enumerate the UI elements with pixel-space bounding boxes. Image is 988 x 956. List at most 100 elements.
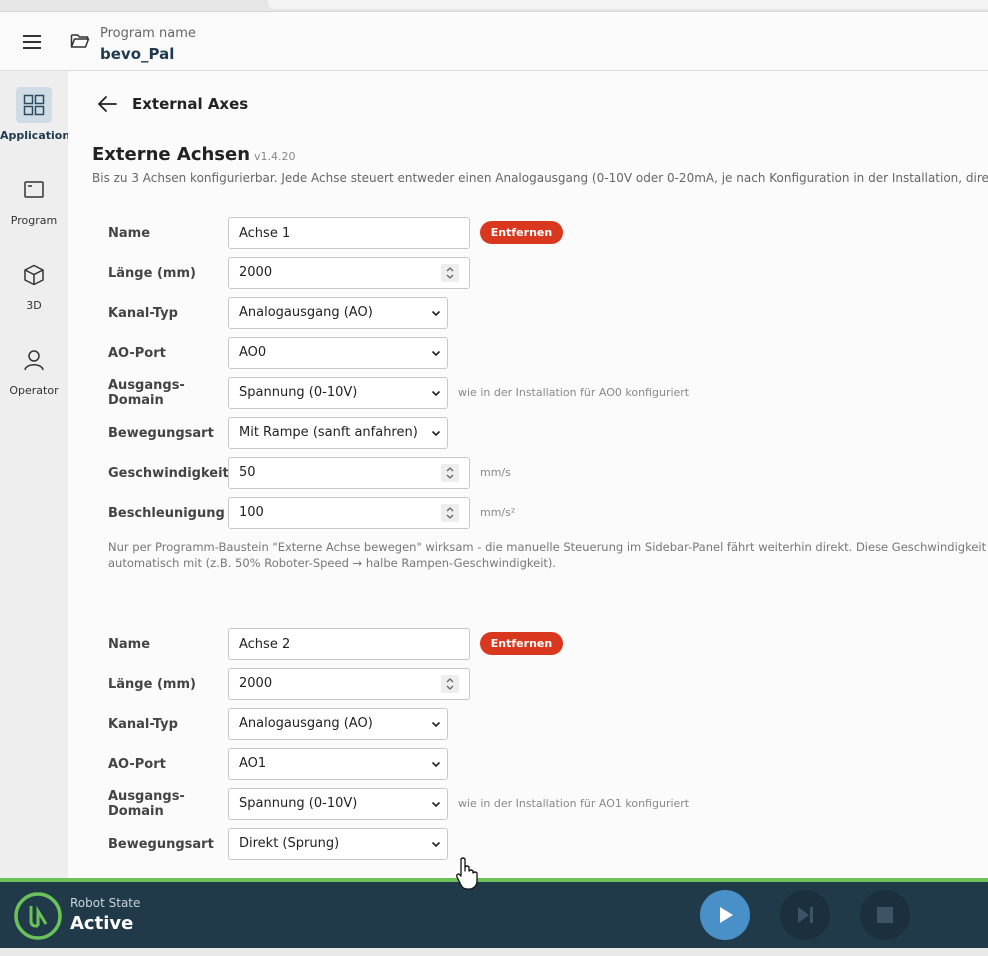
program-window-icon xyxy=(24,181,44,198)
channel-type-select[interactable]: Analogausgang (AO) xyxy=(228,708,448,740)
app-header: Program name bevo_Pal xyxy=(0,12,988,71)
motion-type-value: Direkt (Sprung) xyxy=(239,836,340,851)
sidebar-item-program[interactable]: Program xyxy=(0,172,68,242)
spinner-icon[interactable] xyxy=(441,464,459,482)
back-arrow-icon[interactable] xyxy=(96,94,118,114)
folder-open-icon xyxy=(70,34,90,48)
chevron-down-icon xyxy=(431,430,441,437)
robot-state-value: Active xyxy=(70,913,134,934)
intro-text: Bis zu 3 Achsen konfigurierbar. Jede Ach… xyxy=(92,171,988,185)
spinner-icon[interactable] xyxy=(441,264,459,282)
ramp-note-line-2: automatisch mit (z.B. 50% Roboter-Speed … xyxy=(108,556,557,570)
ao-port-select[interactable]: AO0 xyxy=(228,337,448,369)
sidebar-item-operator[interactable]: Operator xyxy=(0,342,68,412)
spinner-icon[interactable] xyxy=(441,504,459,522)
ramp-note-line-1: Nur per Programm-Baustein "Externe Achse… xyxy=(108,540,988,554)
person-icon xyxy=(24,350,44,371)
axis-motion-row: Bewegungsart Direkt (Sprung) xyxy=(108,828,988,860)
robot-state-label: Robot State xyxy=(70,896,141,910)
ao-port-value: AO0 xyxy=(239,345,267,360)
hand-cursor-icon xyxy=(456,857,478,890)
spinner-icon[interactable] xyxy=(441,675,459,693)
remove-axis-button[interactable]: Entfernen xyxy=(480,632,563,655)
channel-type-select[interactable]: Analogausgang (AO) xyxy=(228,297,448,329)
speed-value: 50 xyxy=(239,465,256,480)
sidebar-item-label: Operator xyxy=(9,384,59,397)
output-domain-value: Spannung (0-10V) xyxy=(239,796,358,811)
robot-state-bar: Robot State Active xyxy=(0,882,988,948)
section-title: Externe Achsen v1.4.20 xyxy=(92,144,296,165)
length-number-input[interactable]: 2000 xyxy=(228,668,470,700)
remove-axis-button[interactable]: Entfernen xyxy=(480,221,563,244)
axis-length-row: Länge (mm) 2000 xyxy=(108,668,988,700)
chevron-down-icon xyxy=(431,310,441,317)
chevron-down-icon xyxy=(431,721,441,728)
play-icon xyxy=(720,907,733,923)
axis-name-row: Name Entfernen xyxy=(108,217,988,249)
axis-channel-row: Kanal-Typ Analogausgang (AO) xyxy=(108,708,988,740)
address-bar[interactable] xyxy=(268,0,988,9)
browser-top-strip xyxy=(0,0,988,12)
axis-length-row: Länge (mm) 2000 xyxy=(108,257,988,289)
axis-name-row: Name Entfernen xyxy=(108,628,988,660)
domain-hint: wie in der Installation für AO1 konfigur… xyxy=(458,797,690,810)
motion-type-label: Bewegungsart xyxy=(108,425,214,441)
axis-domain-row: Ausgangs-Domain Spannung (0-10V) wie in … xyxy=(108,377,988,409)
length-number-input[interactable]: 2000 xyxy=(228,257,470,289)
step-forward-icon xyxy=(798,907,813,923)
motion-type-select[interactable]: Mit Rampe (sanft anfahren) xyxy=(228,417,448,449)
main-content: External Axes Externe Achsen v1.4.20 Bis … xyxy=(68,71,988,878)
output-domain-label: Ausgangs-Domain xyxy=(108,789,185,819)
grid-icon xyxy=(23,94,45,116)
hamburger-menu-icon[interactable] xyxy=(14,30,50,54)
speed-number-input[interactable]: 50 xyxy=(228,457,470,489)
length-value: 2000 xyxy=(239,676,273,691)
motion-type-select[interactable]: Direkt (Sprung) xyxy=(228,828,448,860)
axis-accel-row: Beschleunigung 100 mm/s² xyxy=(108,497,988,529)
sidebar-item-label: Application xyxy=(0,129,71,142)
axis-name-input[interactable] xyxy=(228,217,470,249)
speed-label: Geschwindigkeit xyxy=(108,465,229,481)
channel-type-label: Kanal-Typ xyxy=(108,305,178,321)
length-label: Länge (mm) xyxy=(108,676,196,692)
ur-logo-icon xyxy=(14,892,62,940)
bottom-strip xyxy=(0,948,988,956)
axis-domain-row: Ausgangs-Domain Spannung (0-10V) wie in … xyxy=(108,788,988,820)
sidebar-item-3d[interactable]: 3D xyxy=(0,257,68,327)
stop-button[interactable] xyxy=(860,890,910,940)
chevron-down-icon xyxy=(431,801,441,808)
channel-type-value: Analogausgang (AO) xyxy=(239,305,373,320)
program-name-label: Program name xyxy=(100,26,196,41)
ao-port-value: AO1 xyxy=(239,756,267,771)
length-value: 2000 xyxy=(239,265,273,280)
acceleration-label: Beschleunigung xyxy=(108,505,225,521)
sidebar-item-label: 3D xyxy=(26,299,42,312)
step-button[interactable] xyxy=(780,890,830,940)
acceleration-number-input[interactable]: 100 xyxy=(228,497,470,529)
ao-port-select[interactable]: AO1 xyxy=(228,748,448,780)
name-label: Name xyxy=(108,636,151,652)
domain-hint: wie in der Installation für AO0 konfigur… xyxy=(458,386,690,399)
ao-port-label: AO-Port xyxy=(108,345,166,361)
output-domain-value: Spannung (0-10V) xyxy=(239,385,358,400)
chevron-down-icon xyxy=(431,350,441,357)
output-domain-select[interactable]: Spannung (0-10V) xyxy=(228,377,448,409)
output-domain-select[interactable]: Spannung (0-10V) xyxy=(228,788,448,820)
speed-unit: mm/s xyxy=(480,466,511,479)
version-badge: v1.4.20 xyxy=(254,150,296,163)
name-label: Name xyxy=(108,225,151,241)
sidebar-item-label: Program xyxy=(10,214,58,227)
axis-name-input[interactable] xyxy=(228,628,470,660)
axis-ao-port-row: AO-Port AO1 xyxy=(108,748,988,780)
chevron-down-icon xyxy=(431,761,441,768)
program-name-value: bevo_Pal xyxy=(100,45,175,63)
ao-port-label: AO-Port xyxy=(108,756,166,772)
chevron-down-icon xyxy=(431,390,441,397)
channel-type-label: Kanal-Typ xyxy=(108,716,178,732)
axis-speed-row: Geschwindigkeit 50 mm/s xyxy=(108,457,988,489)
section-title-text: Externe Achsen xyxy=(92,144,251,165)
channel-type-value: Analogausgang (AO) xyxy=(239,716,373,731)
sidebar-item-application[interactable]: Application xyxy=(0,87,71,157)
length-label: Länge (mm) xyxy=(108,265,196,281)
play-button[interactable] xyxy=(700,890,750,940)
